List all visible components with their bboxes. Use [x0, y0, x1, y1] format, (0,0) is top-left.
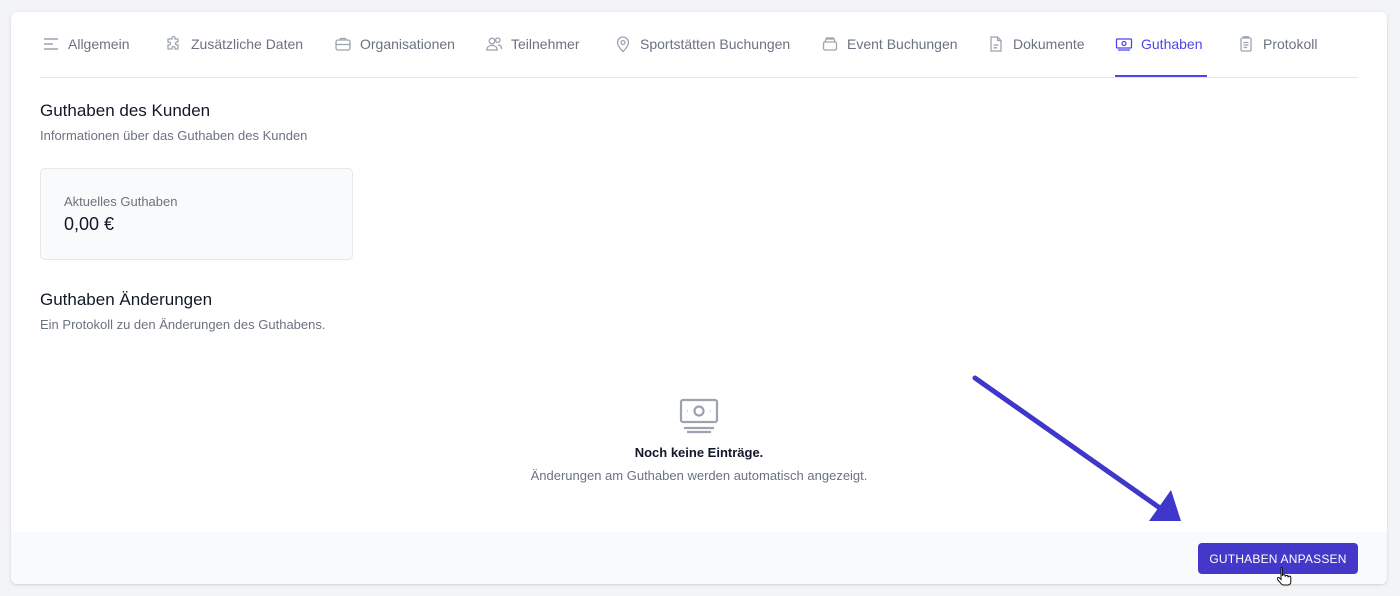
tab-label: Teilnehmer — [511, 36, 580, 52]
changes-section-title: Guthaben Änderungen — [40, 290, 213, 309]
customer-card: Allgemein Zusätzliche Daten Organisation… — [11, 12, 1387, 584]
tab-event-buchungen[interactable]: Event Buchungen — [821, 12, 958, 76]
tab-protokoll[interactable]: Protokoll — [1237, 12, 1317, 76]
tab-label: Organisationen — [360, 36, 455, 52]
briefcase-icon — [334, 35, 352, 53]
current-balance-value: 0,00 € — [64, 214, 115, 234]
document-icon — [987, 35, 1005, 53]
annotation-arrow — [972, 375, 1181, 521]
cash-icon — [679, 398, 719, 434]
tab-label: Zusätzliche Daten — [191, 36, 304, 52]
clipboard-icon — [1237, 35, 1255, 53]
hand-cursor-icon — [1277, 567, 1292, 586]
changes-section-subtitle: Ein Protokoll zu den Änderungen des Guth… — [40, 317, 326, 332]
card-footer: GUTHABEN ANPASSEN — [11, 532, 1387, 584]
tab-label: Sportstätten Buchungen — [640, 36, 791, 52]
tab-allgemein[interactable]: Allgemein — [42, 12, 129, 76]
location-pin-icon — [614, 35, 632, 53]
tab-sportstaetten-buchungen[interactable]: Sportstätten Buchungen — [614, 12, 790, 76]
tab-label: Guthaben — [1141, 35, 1203, 52]
cash-icon — [1115, 35, 1133, 53]
tab-teilnehmer[interactable]: Teilnehmer — [485, 12, 579, 76]
balance-section-title: Guthaben des Kunden — [40, 101, 211, 120]
balance-section-subtitle: Informationen über das Guthaben des Kund… — [40, 128, 308, 143]
tab-zusaetzliche-daten[interactable]: Zusätzliche Daten — [165, 12, 303, 76]
current-balance-label: Aktuelles Guthaben — [64, 194, 178, 209]
tab-organisationen[interactable]: Organisationen — [334, 12, 455, 76]
tab-label: Event Buchungen — [847, 36, 958, 52]
tab-label: Allgemein — [68, 36, 130, 52]
tab-label: Protokoll — [1263, 36, 1318, 52]
tab-label: Dokumente — [1013, 36, 1085, 52]
inbox-stack-icon — [821, 35, 839, 53]
tab-guthaben[interactable]: Guthaben — [1115, 12, 1207, 77]
menu-lines-icon — [42, 35, 60, 53]
tab-dokumente[interactable]: Dokumente — [987, 12, 1085, 76]
current-balance-box: Aktuelles Guthaben 0,00 € — [40, 168, 353, 260]
tab-bar: Allgemein Zusätzliche Daten Organisation… — [40, 12, 1358, 78]
puzzle-icon — [165, 35, 183, 53]
users-icon — [485, 35, 503, 53]
